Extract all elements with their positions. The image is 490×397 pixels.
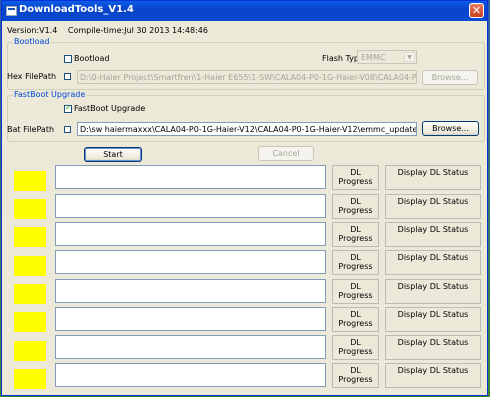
row-7-indicator bbox=[14, 341, 46, 361]
row-1-log[interactable] bbox=[55, 165, 326, 189]
row-1-progress-line1: DL bbox=[350, 168, 361, 177]
bat-filepath-label: Bat FilePath bbox=[7, 125, 55, 134]
row-6-progress: DL Progress bbox=[332, 307, 379, 332]
version-info: Version:V1.4 Compile-time:Jul 30 2013 14… bbox=[7, 26, 216, 35]
row-2-status: Display DL Status bbox=[385, 194, 481, 219]
compile-time-label: Compile-time:Jul 30 2013 14:48:46 bbox=[67, 26, 208, 35]
bat-browse-button[interactable]: Browse... bbox=[422, 121, 479, 136]
row-3-progress: DL Progress bbox=[332, 222, 379, 247]
fastboot-checkbox[interactable] bbox=[64, 103, 72, 113]
bootload-legend: Bootload bbox=[13, 37, 51, 46]
row-2-progress-line1: DL bbox=[350, 197, 361, 206]
row-5-indicator bbox=[14, 284, 46, 304]
cancel-button[interactable]: Cancel bbox=[258, 146, 314, 161]
row-4-progress-line2: Progress bbox=[338, 262, 373, 271]
row-1-progress: DL Progress bbox=[332, 165, 379, 190]
row-4-progress-line1: DL bbox=[350, 253, 361, 262]
row-7-progress-line2: Progress bbox=[338, 347, 373, 356]
row-4-indicator bbox=[14, 256, 46, 276]
row-3-status: Display DL Status bbox=[385, 222, 481, 247]
row-8-status: Display DL Status bbox=[385, 363, 481, 388]
row-4-progress: DL Progress bbox=[332, 250, 379, 275]
row-6-progress-line2: Progress bbox=[338, 319, 373, 328]
row-5-progress-line1: DL bbox=[350, 282, 361, 291]
row-8-log[interactable] bbox=[55, 363, 326, 387]
row-7-progress-line1: DL bbox=[350, 338, 361, 347]
row-8-progress-line2: Progress bbox=[338, 375, 373, 384]
row-5-log[interactable] bbox=[55, 279, 326, 303]
row-6-progress-line1: DL bbox=[350, 310, 361, 319]
row-3-progress-line2: Progress bbox=[338, 234, 373, 243]
row-5-progress-line2: Progress bbox=[338, 291, 373, 300]
hex-filepath-checkbox[interactable] bbox=[64, 73, 71, 80]
row-8-indicator bbox=[14, 369, 46, 389]
row-1-progress-line2: Progress bbox=[338, 177, 373, 186]
row-6-status: Display DL Status bbox=[385, 307, 481, 332]
row-1-indicator bbox=[14, 171, 46, 191]
row-7-log[interactable] bbox=[55, 335, 326, 359]
row-8-progress: DL Progress bbox=[332, 363, 379, 388]
window-title: DownloadTools_V1.4 bbox=[19, 4, 134, 15]
row-2-progress: DL Progress bbox=[332, 194, 379, 219]
bootload-checkbox-label: Bootload bbox=[74, 54, 110, 63]
fastboot-legend: FastBoot Upgrade bbox=[13, 90, 87, 99]
flash-type-select[interactable]: EMMC ▼ bbox=[357, 50, 417, 64]
row-2-log[interactable] bbox=[55, 194, 326, 218]
row-5-progress: DL Progress bbox=[332, 279, 379, 304]
app-window-icon bbox=[6, 6, 17, 16]
chevron-down-icon: ▼ bbox=[404, 52, 415, 62]
row-4-status: Display DL Status bbox=[385, 250, 481, 275]
row-7-progress: DL Progress bbox=[332, 335, 379, 360]
row-1-status: Display DL Status bbox=[385, 165, 481, 190]
row-2-indicator bbox=[14, 199, 46, 219]
app-window: DownloadTools_V1.4 ✕ Version:V1.4 Compil… bbox=[1, 0, 488, 396]
row-3-progress-line1: DL bbox=[350, 225, 361, 234]
row-3-indicator bbox=[14, 227, 46, 247]
version-label: Version:V1.4 bbox=[7, 26, 58, 35]
flash-type-value: EMMC bbox=[361, 53, 386, 62]
start-button[interactable]: Start bbox=[84, 147, 142, 162]
row-4-log[interactable] bbox=[55, 250, 326, 274]
hex-filepath-label: Hex FilePath bbox=[7, 72, 57, 81]
row-3-log[interactable] bbox=[55, 222, 326, 246]
row-8-progress-line1: DL bbox=[350, 366, 361, 375]
bat-filepath-field[interactable]: D:\sw haiermaxxx\CALA04-P0-1G-Haier-V12\… bbox=[77, 122, 417, 136]
close-button[interactable]: ✕ bbox=[469, 3, 484, 18]
hex-browse-button[interactable]: Browse... bbox=[422, 70, 478, 85]
hex-filepath-field[interactable]: D:\0-Haier Project\Smartfren\1-Haier E65… bbox=[77, 70, 417, 84]
fastboot-checkbox-label: FastBoot Upgrade bbox=[74, 104, 146, 113]
row-6-log[interactable] bbox=[55, 307, 326, 331]
bootload-checkbox[interactable] bbox=[64, 55, 72, 63]
row-6-indicator bbox=[14, 312, 46, 332]
row-5-status: Display DL Status bbox=[385, 279, 481, 304]
bat-filepath-checkbox[interactable] bbox=[64, 126, 71, 133]
title-bar[interactable]: DownloadTools_V1.4 ✕ bbox=[2, 1, 487, 21]
row-2-progress-line2: Progress bbox=[338, 206, 373, 215]
row-7-status: Display DL Status bbox=[385, 335, 481, 360]
